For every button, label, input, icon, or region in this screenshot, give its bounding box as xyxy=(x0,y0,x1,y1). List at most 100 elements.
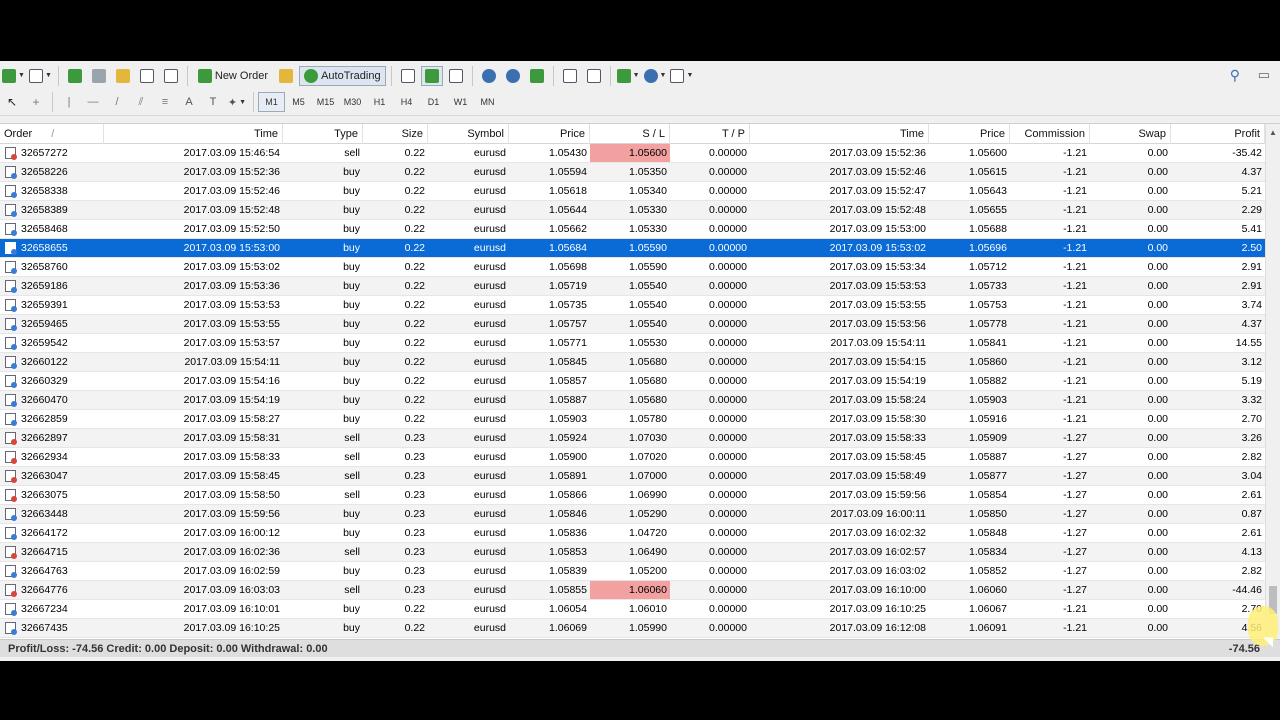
timeframe-w1[interactable]: W1 xyxy=(447,92,474,112)
star-folder-icon xyxy=(115,68,130,83)
timeframe-m5[interactable]: M5 xyxy=(285,92,312,112)
column-header-close-time[interactable]: Time xyxy=(750,124,929,144)
cell-tp: 0.00000 xyxy=(709,413,747,425)
cell-close-price: 1.05733 xyxy=(969,280,1007,292)
trendline-tool[interactable]: / xyxy=(106,92,128,112)
navigator-button[interactable] xyxy=(88,66,110,86)
templates-button[interactable]: ▼ xyxy=(669,66,694,86)
arrows-tool[interactable]: ✦ ▼ xyxy=(226,92,248,112)
table-row[interactable]: 32663047 2017.03.09 15:58:45 sell 0.23 eurus… xyxy=(0,467,1265,486)
cell-sl: 1.05780 xyxy=(629,413,667,425)
new-order-button[interactable]: New Order xyxy=(193,66,273,86)
cell-size: 0.22 xyxy=(404,223,425,235)
horizontal-line-tool[interactable]: — xyxy=(82,92,104,112)
tile-windows-button[interactable] xyxy=(526,66,548,86)
vertical-scrollbar[interactable]: ▲ xyxy=(1265,124,1280,642)
timeframe-d1[interactable]: D1 xyxy=(420,92,447,112)
table-row[interactable]: 32658338 2017.03.09 15:52:46 buy 0.22 eurusd… xyxy=(0,182,1265,201)
text-label-tool[interactable]: T xyxy=(202,92,224,112)
cell-open-price: 1.05698 xyxy=(549,261,587,273)
zoom-out-button[interactable] xyxy=(502,66,524,86)
line-chart-button[interactable] xyxy=(445,66,467,86)
cell-order-id: 32658468 xyxy=(21,223,68,235)
timeframe-m30[interactable]: M30 xyxy=(339,92,366,112)
buy-order-icon xyxy=(5,356,17,369)
table-row[interactable]: 32662859 2017.03.09 15:58:27 buy 0.22 eurusd… xyxy=(0,410,1265,429)
fibonacci-tool[interactable]: ≡ xyxy=(154,92,176,112)
indicators-button[interactable]: ▼ xyxy=(616,66,641,86)
table-row[interactable]: 32662897 2017.03.09 15:58:31 sell 0.23 eurus… xyxy=(0,429,1265,448)
cell-close-price: 1.05600 xyxy=(969,147,1007,159)
table-row[interactable]: 32660470 2017.03.09 15:54:19 buy 0.22 eurusd… xyxy=(0,391,1265,410)
column-header-commission[interactable]: Commission xyxy=(1010,124,1090,144)
table-row[interactable]: 32664715 2017.03.09 16:02:36 sell 0.23 eurus… xyxy=(0,543,1265,562)
profiles-button[interactable]: ▼ xyxy=(28,66,53,86)
search-icon[interactable]: ⚲ xyxy=(1230,67,1240,84)
table-row[interactable]: 32658760 2017.03.09 15:53:02 buy 0.22 eurusd… xyxy=(0,258,1265,277)
column-header-tp[interactable]: T / P xyxy=(670,124,750,144)
cursor-tool[interactable]: ↖ xyxy=(1,92,23,112)
table-row[interactable]: 32660122 2017.03.09 15:54:11 buy 0.22 eurusd… xyxy=(0,353,1265,372)
vertical-line-tool[interactable]: | xyxy=(58,92,80,112)
terminal-button[interactable] xyxy=(136,66,158,86)
table-row[interactable]: 32658226 2017.03.09 15:52:36 buy 0.22 eurusd… xyxy=(0,163,1265,182)
table-row[interactable]: 32659542 2017.03.09 15:53:57 buy 0.22 eurusd… xyxy=(0,334,1265,353)
table-row[interactable]: 32663075 2017.03.09 15:58:50 sell 0.23 eurus… xyxy=(0,486,1265,505)
new-chart-button[interactable]: ▼ xyxy=(1,66,26,86)
strategy-tester-button[interactable] xyxy=(160,66,182,86)
bar-chart-button[interactable] xyxy=(397,66,419,86)
metaeditor-button[interactable] xyxy=(275,66,297,86)
column-header-swap[interactable]: Swap xyxy=(1090,124,1171,144)
chart-shift-button[interactable] xyxy=(583,66,605,86)
column-header-profit[interactable]: Profit xyxy=(1171,124,1265,144)
zoom-out-icon xyxy=(505,68,520,83)
cell-close-price: 1.06067 xyxy=(969,603,1007,615)
table-row[interactable]: 32662934 2017.03.09 15:58:33 sell 0.23 eurus… xyxy=(0,448,1265,467)
periods-button[interactable]: ▼ xyxy=(643,66,668,86)
cell-order-id: 32658226 xyxy=(21,166,68,178)
cell-profit: 0.87 xyxy=(1241,508,1262,520)
cell-swap: 0.00 xyxy=(1147,565,1168,577)
table-row[interactable]: 32664776 2017.03.09 16:03:03 sell 0.23 eurus… xyxy=(0,581,1265,600)
table-row[interactable]: 32658389 2017.03.09 15:52:48 buy 0.22 eurusd… xyxy=(0,201,1265,220)
table-row[interactable]: 32659186 2017.03.09 15:53:36 buy 0.22 eurusd… xyxy=(0,277,1265,296)
column-header-close-price[interactable]: Price xyxy=(929,124,1010,144)
timeframe-h4[interactable]: H4 xyxy=(393,92,420,112)
timeframe-m1[interactable]: M1 xyxy=(258,92,285,112)
column-header-open-price[interactable]: Price xyxy=(509,124,590,144)
timeframe-m15[interactable]: M15 xyxy=(312,92,339,112)
crosshair-tool[interactable]: + xyxy=(25,92,47,112)
table-row[interactable]: 32664763 2017.03.09 16:02:59 buy 0.23 eurusd… xyxy=(0,562,1265,581)
table-header: Order / Time Type Size Symbol Price S / … xyxy=(0,124,1265,144)
autotrading-button[interactable]: AutoTrading xyxy=(299,65,386,86)
equidistant-channel-tool[interactable]: ⫽ xyxy=(130,92,152,112)
table-row[interactable]: 32664172 2017.03.09 16:00:12 buy 0.23 eurusd… xyxy=(0,524,1265,543)
table-row[interactable]: 32667234 2017.03.09 16:10:01 buy 0.22 eurusd… xyxy=(0,600,1265,619)
table-row[interactable]: 32659465 2017.03.09 15:53:55 buy 0.22 eurusd… xyxy=(0,315,1265,334)
scroll-up-icon[interactable]: ▲ xyxy=(1266,126,1280,140)
cell-size: 0.23 xyxy=(404,584,425,596)
column-header-type[interactable]: Type xyxy=(283,124,363,144)
table-row[interactable]: 32667435 2017.03.09 16:10:25 buy 0.22 eurusd… xyxy=(0,619,1265,638)
timeframe-h1[interactable]: H1 xyxy=(366,92,393,112)
zoom-in-button[interactable] xyxy=(478,66,500,86)
auto-scroll-button[interactable] xyxy=(559,66,581,86)
table-row[interactable]: 32659391 2017.03.09 15:53:53 buy 0.22 eurusd… xyxy=(0,296,1265,315)
candlesticks-button[interactable] xyxy=(420,65,443,86)
column-header-symbol[interactable]: Symbol xyxy=(428,124,509,144)
column-header-sl[interactable]: S / L xyxy=(590,124,670,144)
market-watch-button[interactable] xyxy=(64,66,86,86)
cell-type: buy xyxy=(343,413,360,425)
column-header-order[interactable]: Order / xyxy=(0,124,104,144)
table-row[interactable]: 32658655 2017.03.09 15:53:00 buy 0.22 eurusd… xyxy=(0,239,1265,258)
data-window-button[interactable] xyxy=(112,66,134,86)
chat-icon[interactable]: ▭ xyxy=(1258,67,1270,83)
table-row[interactable]: 32657272 2017.03.09 15:46:54 sell 0.22 eurus… xyxy=(0,144,1265,163)
table-row[interactable]: 32663448 2017.03.09 15:59:56 buy 0.23 eurusd… xyxy=(0,505,1265,524)
table-row[interactable]: 32660329 2017.03.09 15:54:16 buy 0.22 eurusd… xyxy=(0,372,1265,391)
column-header-size[interactable]: Size xyxy=(363,124,428,144)
table-row[interactable]: 32658468 2017.03.09 15:52:50 buy 0.22 eurusd… xyxy=(0,220,1265,239)
timeframe-mn[interactable]: MN xyxy=(474,92,501,112)
column-header-open-time[interactable]: Time xyxy=(104,124,283,144)
text-tool[interactable]: A xyxy=(178,92,200,112)
